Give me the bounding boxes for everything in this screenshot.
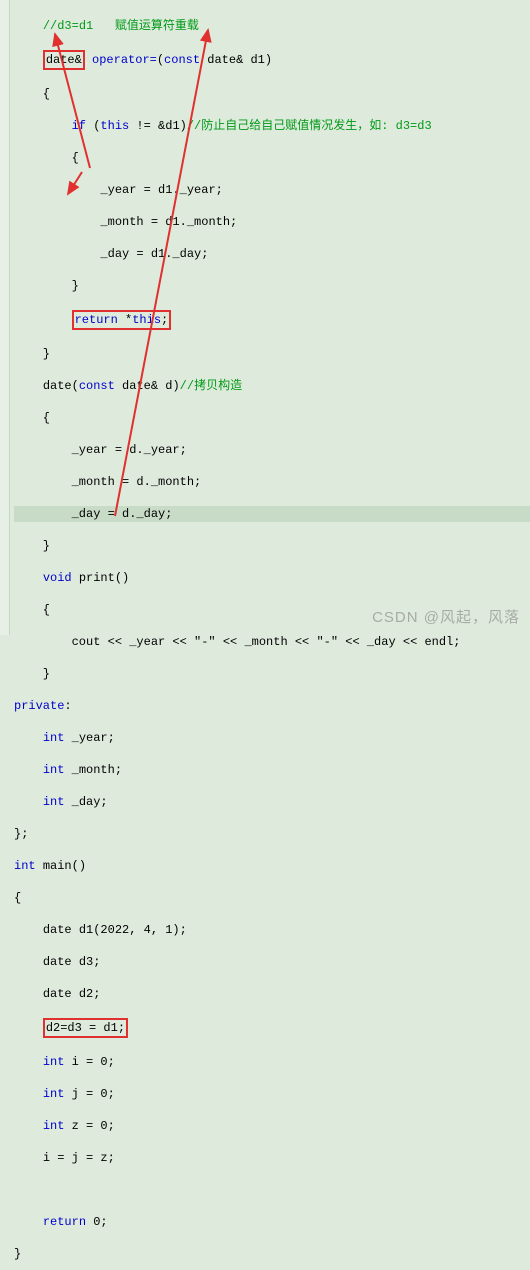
private-keyword: private (14, 699, 64, 713)
stmt-d3: date d3; (43, 955, 101, 969)
redbox-return-type: date& (43, 50, 85, 70)
copy-day: _day = d._day; (72, 507, 173, 521)
code-gutter (0, 0, 10, 635)
comment: //d3=d1 赋值运算符重载 (43, 19, 199, 33)
assign-day: _day = d1._day; (100, 247, 208, 261)
stmt-d1: date d1(2022, 4, 1); (43, 923, 187, 937)
print-body: cout << _year << "-" << _month << "-" <<… (72, 635, 461, 649)
assign-year: _year = d1._year; (100, 183, 222, 197)
assign-month: _month = d1._month; (100, 215, 237, 229)
copy-year: _year = d._year; (72, 443, 187, 457)
stmt-d2: date d2; (43, 987, 101, 1001)
copy-month: _month = d._month; (72, 475, 202, 489)
comment-copy-ctor: //拷贝构造 (180, 379, 242, 393)
print-name: print (79, 571, 115, 585)
comment-self-assign: //防止自己给自己赋值情况发生，如: d3=d3 (187, 119, 432, 133)
code-editor: //d3=d1 赋值运算符重载 date& operator=(const da… (0, 0, 530, 1270)
stmt-ijz: i = j = z; (43, 1151, 115, 1165)
class-end: }; (14, 827, 28, 841)
redbox-return-this: return *this; (72, 310, 172, 330)
operator-keyword: operator= (92, 53, 157, 67)
watermark: CSDN @风起，风落 (372, 606, 520, 627)
main-name: main (43, 859, 72, 873)
redbox-chain-assign: d2=d3 = d1; (43, 1018, 128, 1038)
